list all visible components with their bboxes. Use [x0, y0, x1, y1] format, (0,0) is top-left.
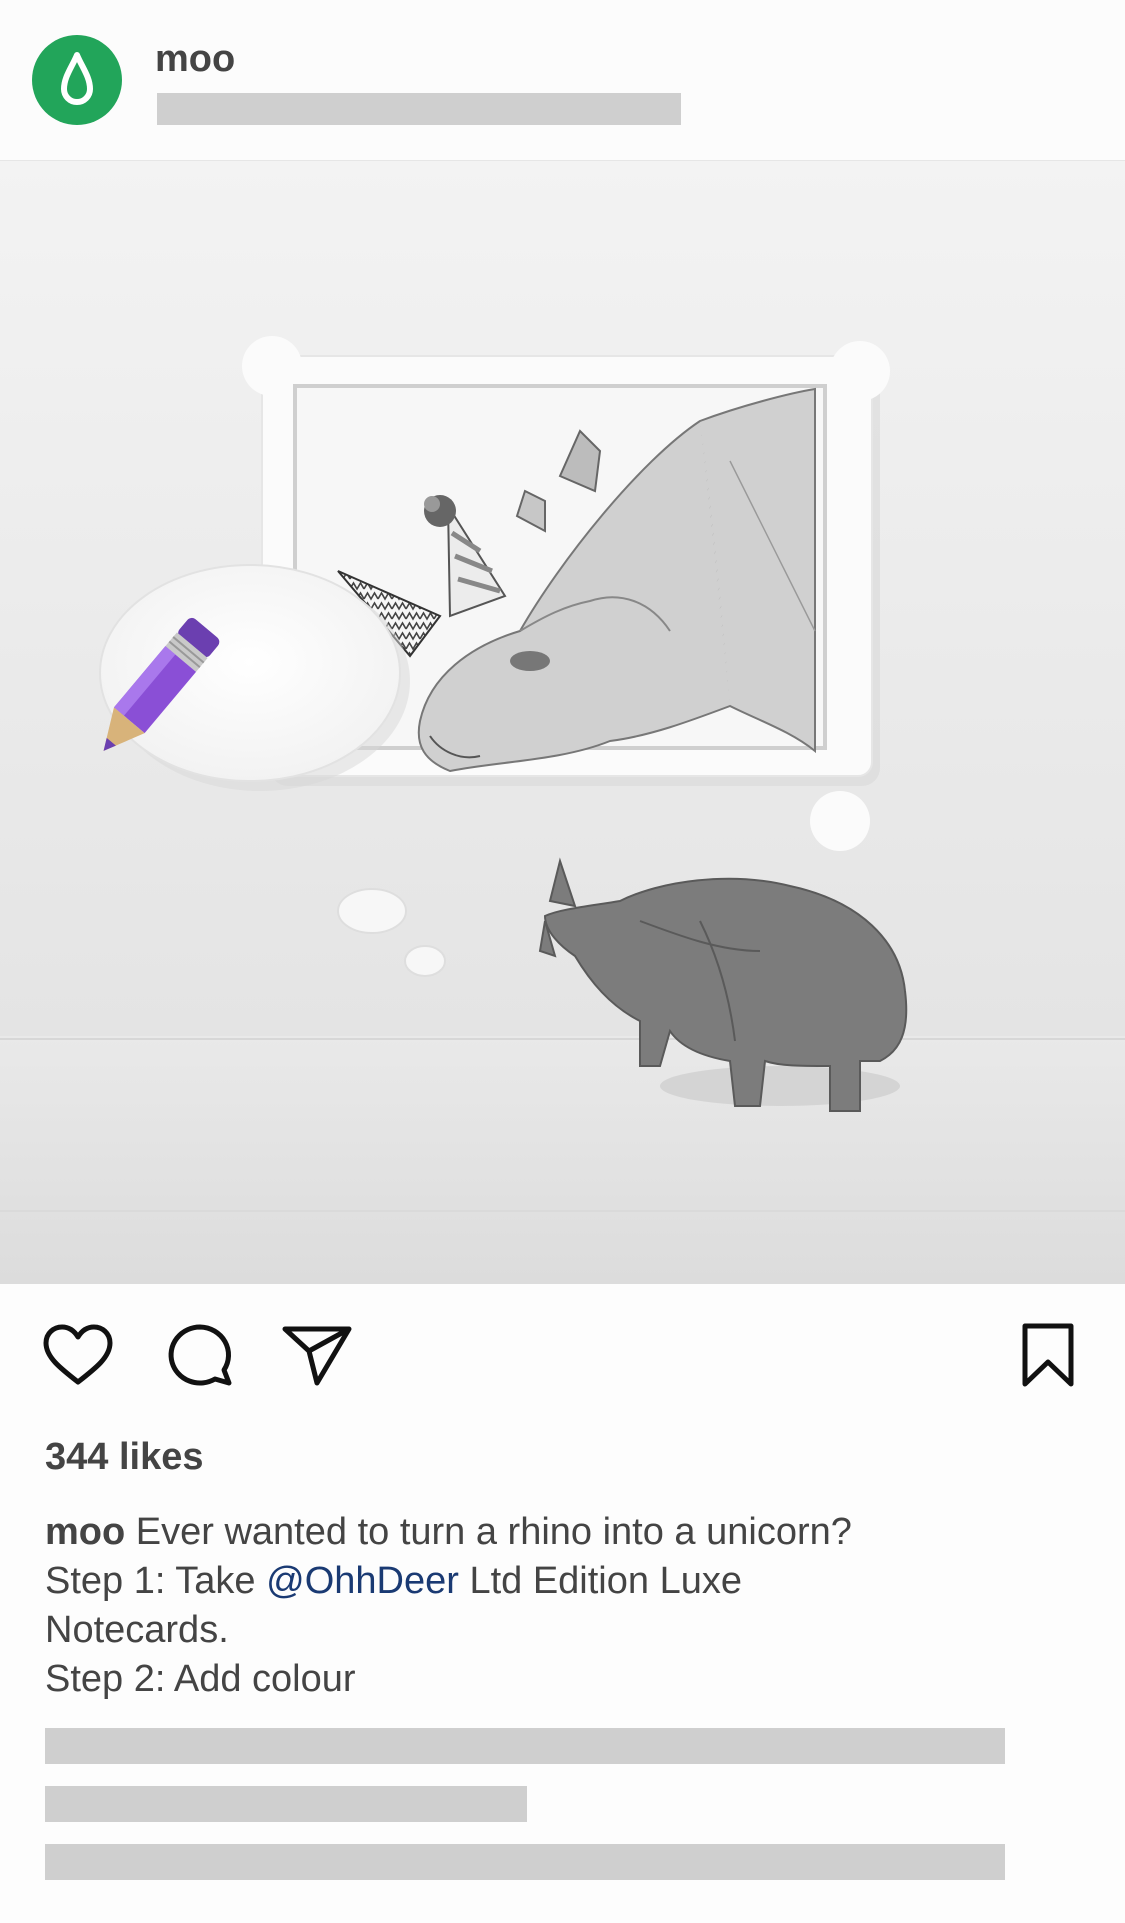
avatar[interactable] — [32, 35, 122, 125]
action-bar — [0, 1300, 1125, 1410]
subtitle-placeholder — [157, 93, 681, 125]
post-header: moo — [0, 0, 1125, 161]
like-button[interactable] — [33, 1300, 123, 1410]
caption-username[interactable]: moo — [45, 1511, 125, 1553]
post-username[interactable]: moo — [155, 38, 235, 81]
caption-mention-link[interactable]: @OhhDeer — [266, 1560, 459, 1602]
comment-placeholder-3 — [45, 1844, 1005, 1880]
comment-placeholder-2 — [45, 1786, 527, 1822]
share-button[interactable] — [272, 1300, 362, 1410]
water-drop-icon — [61, 52, 93, 105]
paper-plane-icon — [282, 1326, 352, 1386]
caption-line-2: Step 1: Take @OhhDeer Ltd Edition Luxe — [45, 1557, 1055, 1606]
caption-line-3: Notecards. — [45, 1609, 229, 1651]
comment-placeholder-1 — [45, 1728, 1005, 1764]
comment-button[interactable] — [155, 1300, 245, 1410]
post-caption: moo Ever wanted to turn a rhino into a u… — [45, 1508, 1055, 1704]
comment-icon — [168, 1324, 232, 1386]
caption-text-2a: Step 1: Take — [45, 1560, 267, 1602]
bookmark-icon — [1022, 1323, 1074, 1387]
save-button[interactable] — [1003, 1300, 1093, 1410]
likes-count[interactable]: 344 likes — [45, 1436, 203, 1479]
rhino-photo-illustration — [0, 161, 1125, 1284]
caption-line-1: moo Ever wanted to turn a rhino into a u… — [45, 1508, 1055, 1557]
caption-line-4: Step 2: Add colour — [45, 1658, 356, 1700]
caption-text-2b: Ltd Edition Luxe — [458, 1560, 742, 1602]
post-image[interactable] — [0, 161, 1125, 1284]
caption-text-1: Ever wanted to turn a rhino into a unico… — [135, 1511, 852, 1553]
heart-icon — [43, 1324, 113, 1385]
